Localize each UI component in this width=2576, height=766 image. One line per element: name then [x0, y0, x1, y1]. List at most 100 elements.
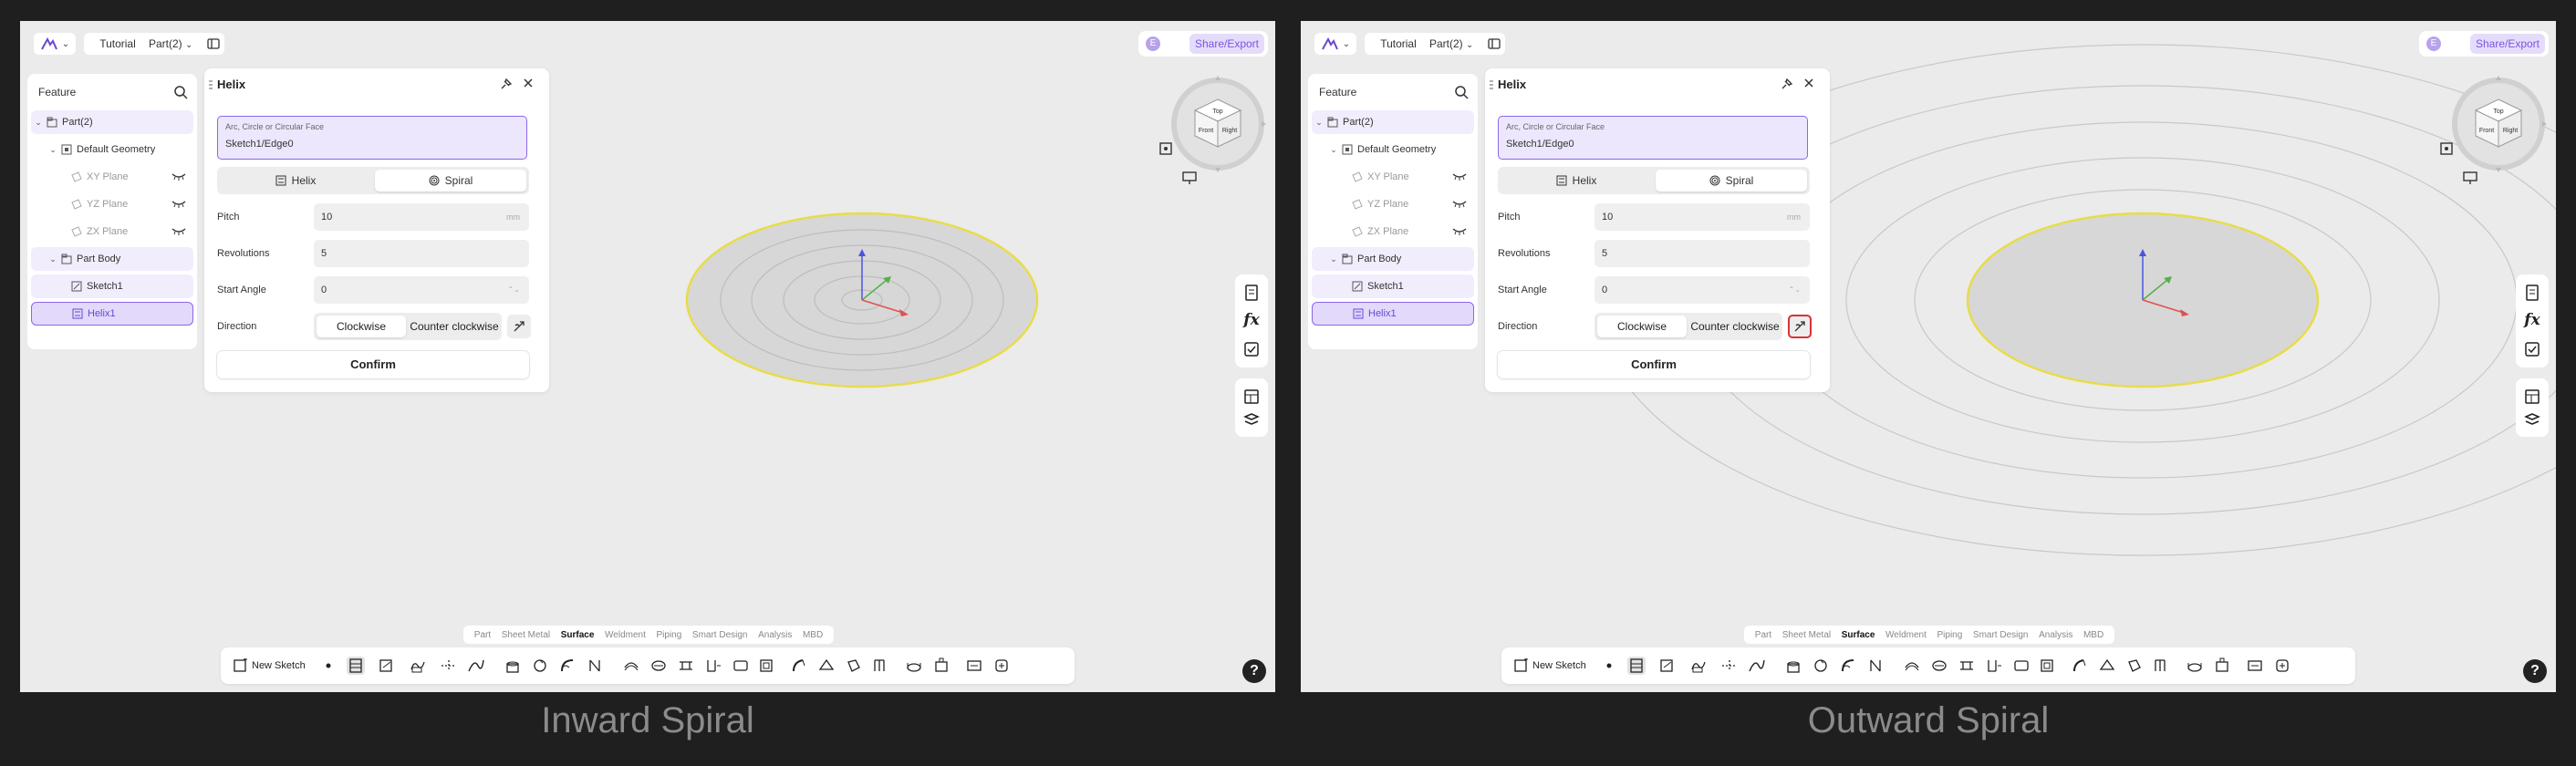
- tree-item-part-body[interactable]: ⌄ Part Body: [31, 247, 193, 271]
- tree-item-part[interactable]: ⌄ Part(2): [31, 110, 193, 134]
- stepper-icon[interactable]: ⌃⌄: [1789, 276, 1801, 304]
- tab-part[interactable]: Part: [474, 630, 491, 640]
- tree-item-yz-plane[interactable]: YZ Plane: [31, 192, 193, 216]
- search-icon[interactable]: [173, 85, 188, 99]
- cut-with-surface-icon[interactable]: [2213, 657, 2231, 675]
- start-angle-input[interactable]: 0 ⌃⌄: [1594, 276, 1810, 304]
- fit-view-icon[interactable]: [2437, 140, 2456, 158]
- new-sketch-button[interactable]: New Sketch: [1514, 657, 1586, 675]
- app-menu-button[interactable]: ⌄: [1314, 33, 1356, 55]
- formula-icon[interactable]: fx: [2523, 311, 2541, 329]
- document-icon[interactable]: [2523, 284, 2541, 302]
- layers-icon[interactable]: [2523, 411, 2541, 430]
- knit-surface-icon[interactable]: [2038, 657, 2056, 675]
- chevron-down-icon[interactable]: ⌄: [49, 247, 57, 271]
- surface-fillet-icon[interactable]: [905, 657, 923, 675]
- trim-surface-icon[interactable]: [2012, 657, 2031, 675]
- flip-direction-button[interactable]: [507, 315, 531, 338]
- viewcube-face-right[interactable]: Right: [1222, 128, 1237, 134]
- pin-icon[interactable]: [1781, 78, 1793, 90]
- pitch-input[interactable]: 10 mm: [1594, 203, 1810, 231]
- table-icon[interactable]: [2523, 388, 2541, 406]
- tab-mbd[interactable]: MBD: [803, 630, 823, 640]
- tree-item-yz-plane[interactable]: YZ Plane: [1312, 192, 1474, 216]
- knit-surface-icon[interactable]: [757, 657, 775, 675]
- tab-weldment[interactable]: Weldment: [605, 630, 646, 640]
- app-menu-button[interactable]: ⌄: [34, 33, 76, 55]
- tab-weldment[interactable]: Weldment: [1885, 630, 1927, 640]
- clockwise-button[interactable]: Clockwise: [1597, 316, 1687, 337]
- layers-icon[interactable]: [1242, 411, 1261, 430]
- tab-mbd[interactable]: MBD: [2083, 630, 2103, 640]
- revolutions-input[interactable]: 5: [314, 240, 529, 267]
- tree-item-sketch1[interactable]: Sketch1: [1312, 274, 1474, 298]
- chevron-down-icon[interactable]: ⌄: [35, 110, 42, 134]
- hidden-eye-icon[interactable]: [1452, 199, 1467, 208]
- composite-curve-icon[interactable]: [409, 657, 427, 675]
- hidden-eye-icon[interactable]: [171, 226, 186, 235]
- surface-fillet-icon[interactable]: [2186, 657, 2204, 675]
- hidden-eye-icon[interactable]: [171, 199, 186, 208]
- tab-piping[interactable]: Piping: [656, 630, 681, 640]
- point-tool-icon[interactable]: [1600, 657, 1618, 675]
- display-mode-icon[interactable]: [2461, 169, 2479, 187]
- viewcube-face-front[interactable]: Front: [1199, 128, 1213, 134]
- split-face-icon[interactable]: [872, 657, 890, 675]
- avatar[interactable]: E: [2426, 36, 2441, 51]
- revolutions-input[interactable]: 5: [1594, 240, 1810, 267]
- edge-selection-field[interactable]: Arc, Circle or Circular Face Sketch1/Edg…: [1498, 116, 1808, 160]
- helix-tool-icon[interactable]: [1627, 657, 1646, 675]
- spiral-mode-button[interactable]: Spiral: [1656, 170, 1807, 192]
- tree-item-part-body[interactable]: ⌄ Part Body: [1312, 247, 1474, 271]
- tree-item-zx-plane[interactable]: ZX Plane: [1312, 220, 1474, 243]
- pin-icon[interactable]: [500, 78, 513, 90]
- tab-surface[interactable]: Surface: [561, 630, 595, 640]
- loft-surface-icon[interactable]: [586, 657, 604, 675]
- viewcube-face-front[interactable]: Front: [2479, 128, 2494, 134]
- share-export-button[interactable]: Share/Export: [2470, 34, 2545, 54]
- spline-icon[interactable]: [1748, 657, 1766, 675]
- chevron-down-icon[interactable]: ⌄: [1315, 110, 1323, 134]
- extend-surface-icon[interactable]: [1985, 657, 2003, 675]
- hidden-eye-icon[interactable]: [1452, 171, 1467, 181]
- tab-analysis[interactable]: Analysis: [2039, 630, 2072, 640]
- composite-curve-icon[interactable]: [1689, 657, 1708, 675]
- thicken-icon[interactable]: [2071, 657, 2089, 675]
- curve-project-icon[interactable]: [1658, 657, 1677, 675]
- tree-item-default-geometry[interactable]: ⌄ Default Geometry: [1312, 138, 1474, 161]
- breadcrumb-part[interactable]: Part(2) ⌄: [140, 33, 211, 55]
- tree-item-part[interactable]: ⌄ Part(2): [1312, 110, 1474, 134]
- untrim-icon[interactable]: [965, 657, 983, 675]
- intersection-curve-icon[interactable]: [1720, 657, 1739, 675]
- chevron-down-icon[interactable]: ⌄: [1330, 138, 1337, 161]
- offset-surface-icon[interactable]: [622, 657, 640, 675]
- layout-toggle-button[interactable]: [1483, 33, 1505, 55]
- hidden-eye-icon[interactable]: [171, 171, 186, 181]
- tree-item-default-geometry[interactable]: ⌄ Default Geometry: [31, 138, 193, 161]
- breadcrumb-part[interactable]: Part(2) ⌄: [1420, 33, 1491, 55]
- close-icon[interactable]: [1802, 77, 1815, 89]
- ruled-surface-icon[interactable]: [1958, 657, 1976, 675]
- view-cube[interactable]: Top Front Right: [1168, 74, 1268, 174]
- tab-sheet-metal[interactable]: Sheet Metal: [502, 630, 550, 640]
- document-icon[interactable]: [1242, 284, 1261, 302]
- split-face-icon[interactable]: [2153, 657, 2171, 675]
- tab-surface[interactable]: Surface: [1842, 630, 1875, 640]
- confirm-button[interactable]: Confirm: [217, 351, 529, 378]
- tab-sheet-metal[interactable]: Sheet Metal: [1782, 630, 1831, 640]
- viewcube-face-top[interactable]: Top: [2493, 109, 2503, 115]
- clockwise-button[interactable]: Clockwise: [317, 316, 406, 337]
- drag-handle-icon[interactable]: [209, 79, 213, 90]
- revolve-surface-icon[interactable]: [1812, 657, 1830, 675]
- more-tools-icon[interactable]: [992, 657, 1011, 675]
- viewcube-face-top[interactable]: Top: [1212, 109, 1222, 115]
- pitch-input[interactable]: 10 mm: [314, 203, 529, 231]
- counter-clockwise-button[interactable]: Counter clockwise: [1688, 316, 1782, 337]
- help-button[interactable]: ?: [1242, 659, 1266, 683]
- spiral-mode-button[interactable]: Spiral: [375, 170, 526, 192]
- untrim-icon[interactable]: [2246, 657, 2264, 675]
- extend-surface-icon[interactable]: [704, 657, 722, 675]
- checklist-icon[interactable]: [1242, 340, 1261, 358]
- extrude-surface-icon[interactable]: [1784, 657, 1802, 675]
- flip-direction-button[interactable]: [1788, 315, 1812, 338]
